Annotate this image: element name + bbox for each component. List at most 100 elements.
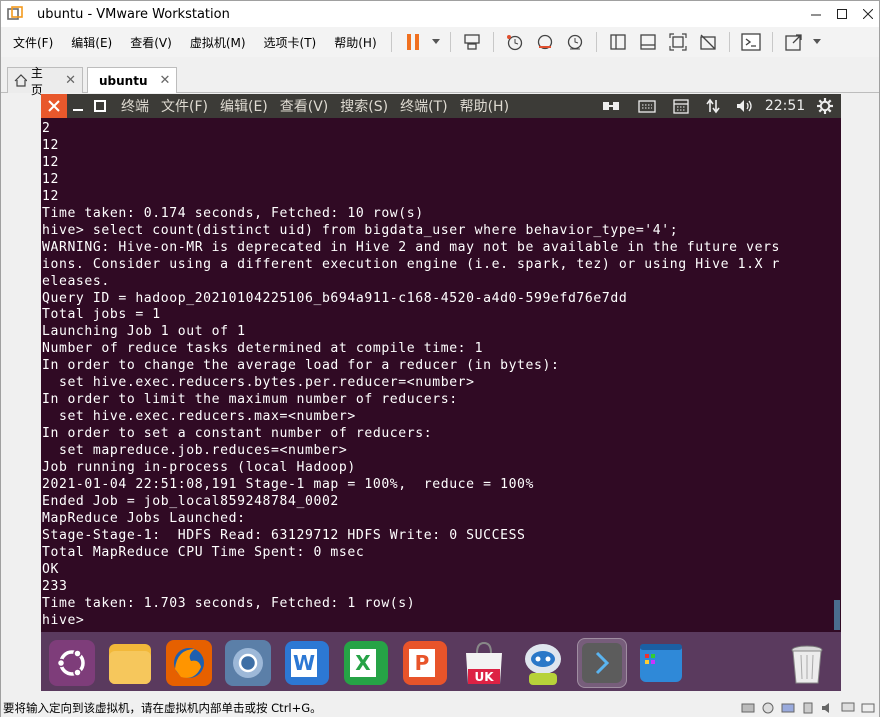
stretch-dropdown[interactable] <box>811 29 823 55</box>
guest-menu-search[interactable]: 搜索(S) <box>334 96 394 116</box>
terminal-line: OK <box>42 561 59 577</box>
menu-edit[interactable]: 编辑(E) <box>61 27 120 57</box>
unity-mode-button[interactable] <box>695 29 721 55</box>
terminal-line: Job running in-process (local Hadoop) <box>42 460 356 476</box>
svg-text:UK: UK <box>474 670 494 684</box>
menu-vm[interactable]: 虚拟机(M) <box>180 27 254 57</box>
messages-icon[interactable] <box>861 702 875 714</box>
terminal-line: In order to limit the maximum number of … <box>42 392 458 408</box>
menu-help[interactable]: 帮助(H) <box>324 27 384 57</box>
guest-menu-terminal[interactable]: 终端(T) <box>394 96 453 116</box>
dock: W X P UK <box>41 632 841 691</box>
terminal-line: 12 <box>42 137 59 153</box>
terminal-line: 2021-01-04 22:51:08,191 Stage-1 map = 10… <box>42 477 535 493</box>
wps-writer-icon: W <box>285 641 329 685</box>
vmware-logo-icon <box>7 6 23 20</box>
terminal-minimize-button[interactable] <box>67 94 89 118</box>
pause-button[interactable] <box>400 29 426 55</box>
calendar-indicator[interactable] <box>669 94 693 118</box>
guest-menu-help[interactable]: 帮助(H) <box>454 96 515 116</box>
maximize-icon <box>837 9 847 19</box>
close-icon <box>863 9 873 19</box>
terminal-output[interactable]: 2 12 12 12 12 Time taken: 0.174 seconds, Fetc… <box>41 118 833 632</box>
system-menu[interactable] <box>813 94 837 118</box>
terminal-line: WARNING: Hive-on-MR is deprecated in Hiv… <box>42 239 781 255</box>
console-view-button[interactable] <box>738 29 764 55</box>
thumbnail-bar-icon <box>639 34 656 50</box>
transfer-indicator[interactable] <box>701 94 725 118</box>
sound-card-icon[interactable] <box>821 702 835 714</box>
dock-wps-writer[interactable]: W <box>282 638 332 688</box>
terminal-line: 12 <box>42 154 59 170</box>
hard-disk-icon[interactable] <box>741 702 755 714</box>
volume-icon <box>737 100 752 112</box>
menu-view[interactable]: 查看(V) <box>120 27 180 57</box>
svg-text:W: W <box>293 651 315 675</box>
vmware-window: ubuntu - VMware Workstation 文件(F) 编辑(E) … <box>0 0 880 717</box>
cd-drive-icon[interactable] <box>761 702 775 714</box>
terminal-maximize-button[interactable] <box>89 94 111 118</box>
stretch-icon <box>784 34 802 51</box>
thumbnail-bar-button[interactable] <box>635 29 661 55</box>
tab-ubuntu[interactable]: ubuntu ✕ <box>87 67 177 93</box>
menu-file[interactable]: 文件(F) <box>1 27 61 57</box>
snapshot-manager-icon <box>567 34 582 50</box>
dock-wps-spreadsheet[interactable]: X <box>341 638 391 688</box>
files-icon <box>109 644 151 684</box>
guest-menu-view[interactable]: 查看(V) <box>274 96 335 116</box>
close-tab-icon[interactable]: ✕ <box>65 73 76 88</box>
stretch-guest-button[interactable] <box>781 29 807 55</box>
dock-trash[interactable] <box>782 638 832 688</box>
guest-menu-file[interactable]: 文件(F) <box>155 96 214 116</box>
tab-home[interactable]: 主页 ✕ <box>7 66 83 97</box>
terminal-close-button[interactable] <box>41 94 67 118</box>
volume-indicator[interactable] <box>733 94 757 118</box>
full-screen-button[interactable] <box>665 29 691 55</box>
show-library-button[interactable] <box>605 29 631 55</box>
terminal-scrollbar[interactable] <box>833 118 841 632</box>
toolbar-separator <box>449 32 451 52</box>
dock-wps-presentation[interactable]: P <box>400 638 450 688</box>
usb-icon[interactable] <box>801 702 815 714</box>
dock-workspaces[interactable] <box>636 638 686 688</box>
scrollbar-thumb[interactable] <box>834 600 840 630</box>
dock-ubuntu-logo[interactable] <box>47 638 97 688</box>
send-ctrl-alt-del-button[interactable] <box>459 29 485 55</box>
vm-display[interactable]: 终端 文件(F) 编辑(E) 查看(V) 搜索(S) 终端(T) 帮助(H) 2… <box>41 94 841 691</box>
revert-snapshot-icon <box>537 34 552 50</box>
chevron-down-icon <box>812 39 821 44</box>
display-icon[interactable] <box>841 702 855 714</box>
keyboard-indicator[interactable] <box>635 94 659 118</box>
chromium-icon <box>225 640 271 686</box>
close-tab-icon[interactable]: ✕ <box>160 73 171 88</box>
power-dropdown[interactable] <box>430 29 442 55</box>
guest-menu-edit[interactable]: 编辑(E) <box>214 96 274 116</box>
calendar-icon <box>673 99 689 114</box>
keyboard-send-icon <box>463 34 480 50</box>
workspace-icon <box>640 644 682 682</box>
terminal-line: MapReduce Jobs Launched: <box>42 510 246 526</box>
network-adapter-icon[interactable] <box>781 702 795 714</box>
dock-firefox[interactable] <box>164 638 214 688</box>
terminal-line: Time taken: 0.174 seconds, Fetched: 10 r… <box>42 205 424 221</box>
revert-snapshot-button[interactable] <box>532 29 558 55</box>
dock-ubuntu-software[interactable]: UK <box>459 638 509 688</box>
dock-terminal[interactable] <box>577 638 627 688</box>
terminal-line: 12 <box>42 171 59 187</box>
full-screen-icon <box>669 33 687 51</box>
keyboard-icon <box>638 100 656 113</box>
dock-files[interactable] <box>105 638 155 688</box>
close-button[interactable] <box>853 1 880 27</box>
dock-robot-app[interactable] <box>518 638 568 688</box>
snapshot-manager-button[interactable] <box>562 29 588 55</box>
clock[interactable]: 22:51 <box>763 94 807 118</box>
robot-icon <box>525 644 561 685</box>
network-indicator[interactable] <box>599 94 623 118</box>
up-down-arrows-icon <box>706 98 720 114</box>
toolbar-separator <box>728 32 730 52</box>
snapshot-button[interactable] <box>502 29 528 55</box>
terminal-icon <box>582 643 622 683</box>
dock-chromium[interactable] <box>223 638 273 688</box>
menu-tabs[interactable]: 选项卡(T) <box>254 27 325 57</box>
terminal-line: Launching Job 1 out of 1 <box>42 324 246 340</box>
